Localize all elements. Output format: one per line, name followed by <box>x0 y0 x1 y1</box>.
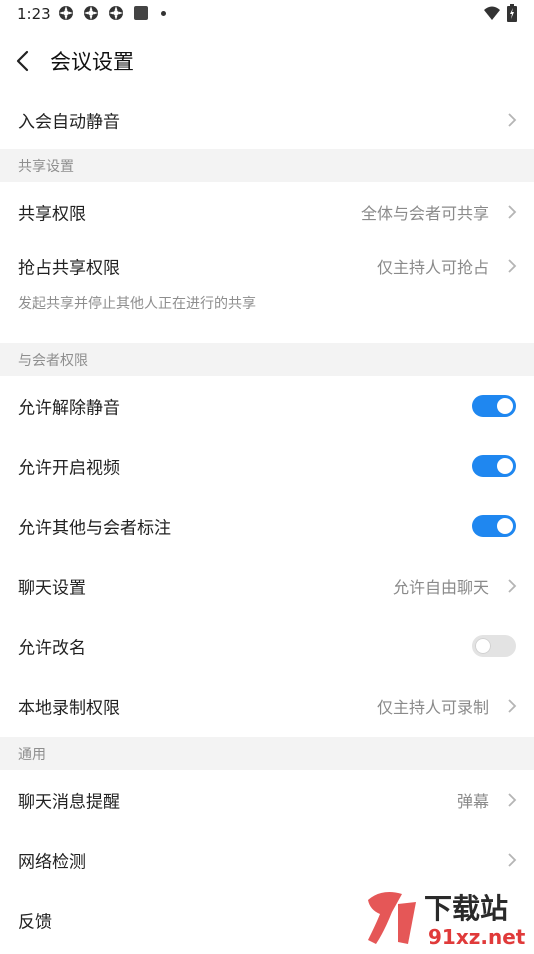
grab-share-row[interactable]: 抢占共享权限 仅主持人可抢占 <box>0 236 534 296</box>
app-notification-icon <box>109 6 123 20</box>
chevron-right-icon <box>508 205 517 219</box>
allow-video-toggle[interactable] <box>472 455 516 477</box>
watermark-url: 91xz.net <box>428 925 526 949</box>
square-notification-icon <box>134 6 148 20</box>
chat-settings-value: 允许自由聊天 <box>392 578 489 597</box>
network-check-row[interactable]: 网络检测 <box>0 830 534 890</box>
allow-video-row: 允许开启视频 <box>0 436 534 496</box>
chevron-right-icon <box>508 259 517 273</box>
share-permission-row[interactable]: 共享权限 全体与会者可共享 <box>0 182 534 242</box>
grab-share-label: 抢占共享权限 <box>18 258 120 279</box>
header: 会议设置 <box>0 28 534 94</box>
back-arrow-icon[interactable] <box>12 48 36 74</box>
watermark-title: 下载站 <box>424 892 508 925</box>
chat-reminder-value: 弹幕 <box>456 792 489 811</box>
wifi-icon <box>484 6 500 20</box>
local-record-row[interactable]: 本地录制权限 仅主持人可录制 <box>0 676 534 736</box>
site-watermark: 下载站 91xz.net <box>362 884 534 950</box>
toggle-knob <box>497 518 513 534</box>
auto-mute-row[interactable]: 入会自动静音 <box>0 90 534 150</box>
allow-unmute-toggle[interactable] <box>472 395 516 417</box>
battery-icon <box>507 4 517 22</box>
toggle-knob <box>497 398 513 414</box>
app-notification-icon <box>59 6 73 20</box>
toggle-knob <box>497 458 513 474</box>
section-general-title: 通用 <box>18 746 46 763</box>
allow-video-label: 允许开启视频 <box>18 458 120 479</box>
section-participant-title: 与会者权限 <box>18 352 88 369</box>
page-title: 会议设置 <box>50 50 134 74</box>
chat-settings-label: 聊天设置 <box>18 578 86 599</box>
chat-reminder-label: 聊天消息提醒 <box>18 792 120 813</box>
allow-unmute-label: 允许解除静音 <box>18 398 120 419</box>
app-notification-icon <box>84 6 98 20</box>
section-share-header: 共享设置 <box>0 149 534 182</box>
local-record-label: 本地录制权限 <box>18 698 120 719</box>
share-permission-value: 全体与会者可共享 <box>360 204 489 223</box>
section-participant-header: 与会者权限 <box>0 343 534 376</box>
chevron-right-icon <box>508 853 517 867</box>
allow-rename-row: 允许改名 <box>0 616 534 676</box>
status-time: 1:23 <box>17 5 51 23</box>
chevron-right-icon <box>508 699 517 713</box>
network-check-label: 网络检测 <box>18 852 86 873</box>
status-bar: 1:23 <box>0 0 534 28</box>
grab-share-value: 仅主持人可抢占 <box>376 258 489 277</box>
auto-mute-label: 入会自动静音 <box>18 112 120 133</box>
allow-annotate-toggle[interactable] <box>472 515 516 537</box>
chevron-right-icon <box>508 113 517 127</box>
chat-reminder-row[interactable]: 聊天消息提醒 弹幕 <box>0 770 534 830</box>
more-notifications-dot <box>161 11 166 16</box>
toggle-knob <box>475 638 491 654</box>
share-permission-label: 共享权限 <box>18 204 86 225</box>
allow-unmute-row: 允许解除静音 <box>0 376 534 436</box>
allow-annotate-row: 允许其他与会者标注 <box>0 496 534 556</box>
chevron-right-icon <box>508 793 517 807</box>
section-general-header: 通用 <box>0 737 534 770</box>
chevron-right-icon <box>508 579 517 593</box>
watermark-logo-icon: 下载站 91xz.net <box>368 892 526 949</box>
allow-annotate-label: 允许其他与会者标注 <box>18 518 171 539</box>
chat-settings-row[interactable]: 聊天设置 允许自由聊天 <box>0 556 534 616</box>
grab-share-note: 发起共享并停止其他人正在进行的共享 <box>18 296 256 312</box>
feedback-label: 反馈 <box>18 912 52 933</box>
section-share-title: 共享设置 <box>18 158 74 175</box>
allow-rename-toggle[interactable] <box>472 635 516 657</box>
allow-rename-label: 允许改名 <box>18 638 86 659</box>
local-record-value: 仅主持人可录制 <box>376 698 489 717</box>
